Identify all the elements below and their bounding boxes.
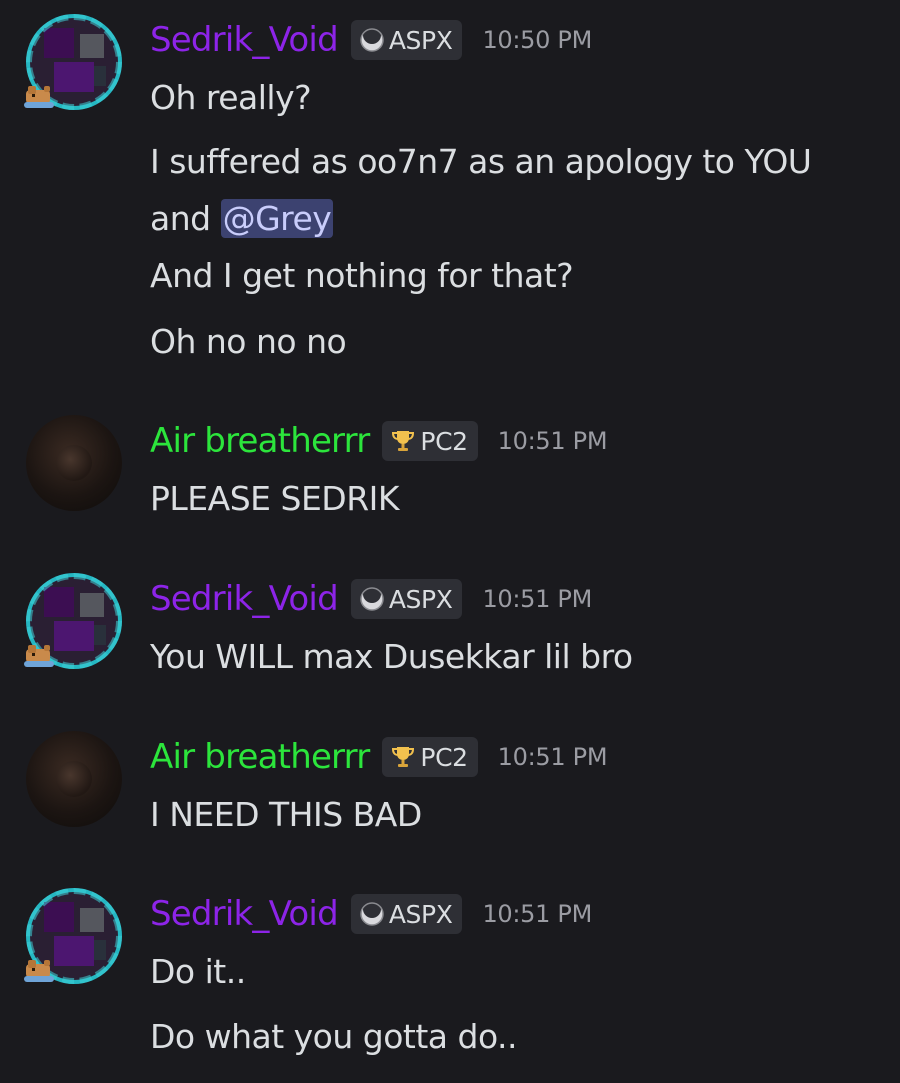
capybara-icon xyxy=(24,86,54,108)
server-tag[interactable]: PC2 xyxy=(382,421,478,461)
trophy-icon xyxy=(392,431,415,451)
message-line: Oh no no no xyxy=(150,322,347,361)
user-avatar[interactable] xyxy=(24,573,122,669)
message-line: Oh really? xyxy=(150,78,312,117)
message-header: Sedrik_Void ASPX 10:51 PM xyxy=(150,894,592,934)
username[interactable]: Air breatherrr xyxy=(150,737,370,777)
message-header: Air breatherrr PC2 10:51 PM xyxy=(150,421,608,461)
message-line: Do what you gotta do.. xyxy=(150,1017,518,1056)
moon-icon xyxy=(360,586,384,611)
timestamp: 10:50 PM xyxy=(482,26,593,54)
message-line: PLEASE SEDRIK xyxy=(150,479,400,518)
username[interactable]: Sedrik_Void xyxy=(150,20,339,60)
moon-icon xyxy=(360,27,384,52)
tag-label: ASPX xyxy=(388,899,453,929)
username[interactable]: Sedrik_Void xyxy=(150,579,339,619)
capybara-icon xyxy=(24,645,54,667)
message-line: and @Grey xyxy=(150,191,334,247)
username[interactable]: Sedrik_Void xyxy=(150,894,339,934)
user-avatar[interactable] xyxy=(26,415,122,511)
trophy-icon xyxy=(392,747,415,767)
server-tag[interactable]: ASPX xyxy=(350,20,463,60)
tag-label: PC2 xyxy=(420,742,468,772)
moon-icon xyxy=(360,901,384,926)
capybara-icon xyxy=(24,960,54,982)
avatar-image xyxy=(26,731,122,827)
message-header: Sedrik_Void ASPX 10:50 PM xyxy=(150,20,592,60)
message-line: You WILL max Dusekkar lil bro xyxy=(150,637,633,676)
server-tag[interactable]: ASPX xyxy=(350,579,463,619)
timestamp: 10:51 PM xyxy=(497,427,608,455)
user-mention[interactable]: @Grey xyxy=(220,199,334,238)
message-line: Do it.. xyxy=(150,952,246,991)
tag-label: ASPX xyxy=(388,25,453,55)
user-avatar[interactable] xyxy=(24,888,122,984)
message-line: I NEED THIS BAD xyxy=(150,795,422,834)
message-line: I suffered as oo7n7 as an apology to YOU xyxy=(150,142,812,181)
user-avatar[interactable] xyxy=(26,731,122,827)
tag-label: ASPX xyxy=(388,584,453,614)
message-header: Sedrik_Void ASPX 10:51 PM xyxy=(150,579,592,619)
user-avatar[interactable] xyxy=(24,14,122,110)
username[interactable]: Air breatherrr xyxy=(150,421,370,461)
message-text: and xyxy=(150,199,221,238)
server-tag[interactable]: ASPX xyxy=(350,894,463,934)
message-header: Air breatherrr PC2 10:51 PM xyxy=(150,737,608,777)
avatar-image xyxy=(26,415,122,511)
timestamp: 10:51 PM xyxy=(482,585,593,613)
tag-label: PC2 xyxy=(420,426,468,456)
message-line: And I get nothing for that? xyxy=(150,256,574,295)
timestamp: 10:51 PM xyxy=(497,743,608,771)
server-tag[interactable]: PC2 xyxy=(382,737,478,777)
timestamp: 10:51 PM xyxy=(482,900,593,928)
